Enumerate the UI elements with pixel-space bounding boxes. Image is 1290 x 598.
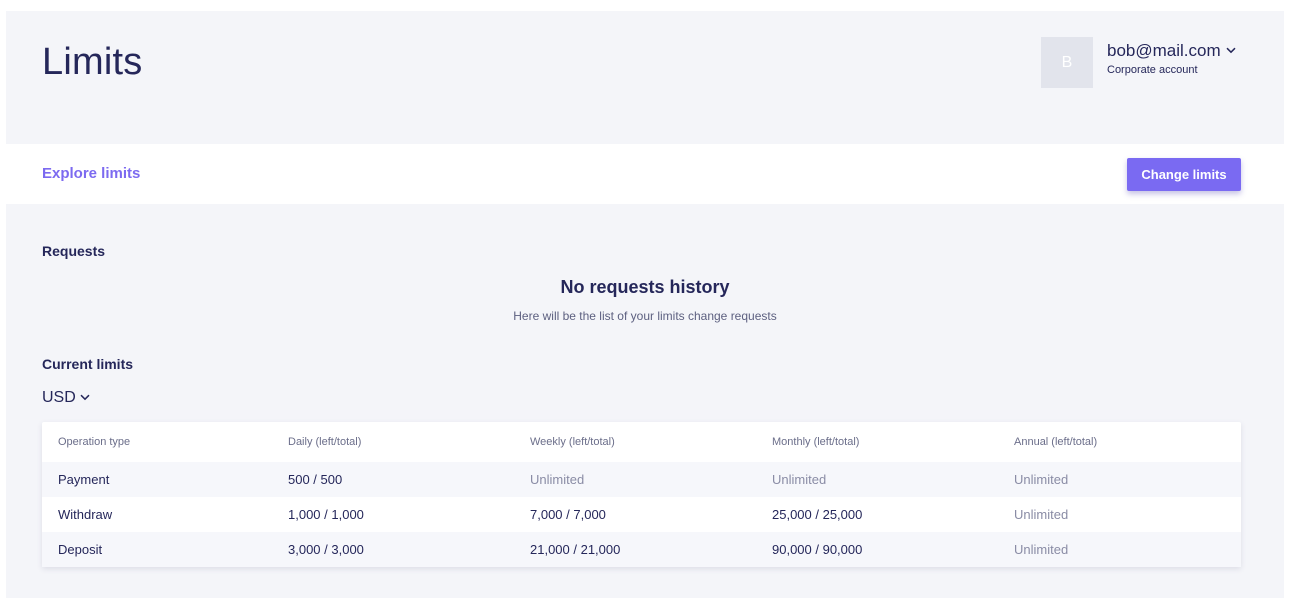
page-title: Limits [42,41,143,83]
table-row: Payment 500 / 500 Unlimited Unlimited Un… [42,462,1241,497]
currency-value: USD [42,389,76,406]
avatar[interactable]: B [1041,37,1093,88]
table-cell: Unlimited [530,472,585,487]
table-row: Deposit 3,000 / 3,000 21,000 / 21,000 90… [42,532,1241,567]
explore-limits-link[interactable]: Explore limits [42,165,140,182]
page-frame: Limits B bob@mail.com Corporate account … [6,11,1284,598]
page-header: Limits B bob@mail.com Corporate account [6,11,1284,144]
currency-select[interactable]: USD [42,388,90,407]
table-cell: Unlimited [1014,507,1069,522]
table-cell: Unlimited [772,472,827,487]
chevron-down-icon [1226,41,1236,59]
column-header: Weekly (left/total) [530,436,615,448]
table-cell: 3,000 / 3,000 [288,542,364,557]
requests-title: Requests [42,243,106,259]
table-cell: Payment [58,472,110,487]
chevron-down-icon [80,388,90,406]
account-type: Corporate account [1107,64,1198,76]
user-email: bob@mail.com [1107,41,1221,60]
table-cell: 500 / 500 [288,472,343,487]
table-cell: Unlimited [1014,472,1069,487]
limits-table: Operation type Daily (left/total) Weekly… [42,422,1241,567]
table-cell: Withdraw [58,507,113,522]
column-header: Monthly (left/total) [772,436,860,448]
empty-state-title: No requests history [560,277,730,297]
column-header: Operation type [58,436,131,448]
table-cell: 25,000 / 25,000 [772,507,863,522]
current-limits-title: Current limits [42,356,134,372]
table-row: Withdraw 1,000 / 1,000 7,000 / 7,000 25,… [42,497,1241,532]
table-cell: Deposit [58,542,103,557]
table-header-row: Operation type Daily (left/total) Weekly… [42,422,1241,462]
table-cell: 1,000 / 1,000 [288,507,364,522]
table-cell: 21,000 / 21,000 [530,542,621,557]
change-limits-button[interactable]: Change limits [1127,158,1241,191]
empty-state-subtitle: Here will be the list of your limits cha… [513,309,777,323]
column-header: Annual (left/total) [1014,436,1098,448]
explore-bar: Explore limits Change limits [6,144,1284,204]
table-cell: 7,000 / 7,000 [530,507,606,522]
table-cell: 90,000 / 90,000 [772,542,863,557]
user-menu[interactable]: bob@mail.com Corporate account [1107,41,1236,76]
column-header: Daily (left/total) [288,436,362,448]
table-cell: Unlimited [1014,542,1069,557]
